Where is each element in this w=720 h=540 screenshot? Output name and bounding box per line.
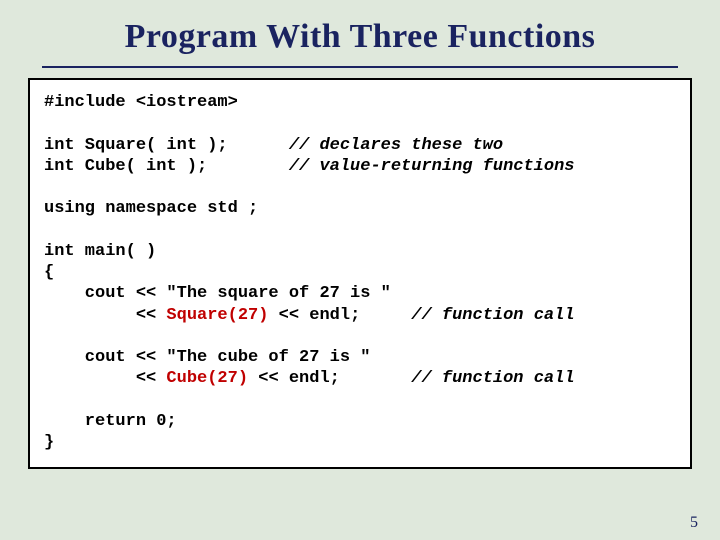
code-line: { xyxy=(44,262,676,283)
code-line: << Cube(27) << endl; // function call xyxy=(44,368,676,389)
code-line: using namespace std ; xyxy=(44,198,676,219)
code-line-blank xyxy=(44,113,676,134)
code-line-blank xyxy=(44,326,676,347)
code-line: int Cube( int ); // value-returning func… xyxy=(44,156,676,177)
code-comment: // value-returning functions xyxy=(289,157,575,176)
code-line-blank xyxy=(44,220,676,241)
code-text: << endl; xyxy=(248,369,411,388)
code-block: #include <iostream> int Square( int ); /… xyxy=(28,78,692,469)
code-text: << xyxy=(44,306,166,325)
code-line: cout << "The square of 27 is " xyxy=(44,283,676,304)
code-line-blank xyxy=(44,177,676,198)
code-line: } xyxy=(44,432,676,453)
code-text: << xyxy=(44,369,166,388)
code-line: #include <iostream> xyxy=(44,92,676,113)
code-comment: // function call xyxy=(411,306,574,325)
title-underline xyxy=(42,66,678,68)
code-text: int Cube( int ); xyxy=(44,157,289,176)
code-line: int Square( int ); // declares these two xyxy=(44,135,676,156)
code-call: Square(27) xyxy=(166,306,268,325)
code-line: int main( ) xyxy=(44,241,676,262)
code-comment: // function call xyxy=(411,369,574,388)
code-line: cout << "The cube of 27 is " xyxy=(44,347,676,368)
slide: Program With Three Functions #include <i… xyxy=(0,0,720,540)
code-line: return 0; xyxy=(44,411,676,432)
code-text: << endl; xyxy=(268,306,411,325)
page-number: 5 xyxy=(690,514,698,532)
page-title: Program With Three Functions xyxy=(28,18,692,56)
code-text: int Square( int ); xyxy=(44,136,289,155)
code-call: Cube(27) xyxy=(166,369,248,388)
code-comment: // declares these two xyxy=(289,136,503,155)
code-line-blank xyxy=(44,390,676,411)
code-line: << Square(27) << endl; // function call xyxy=(44,305,676,326)
